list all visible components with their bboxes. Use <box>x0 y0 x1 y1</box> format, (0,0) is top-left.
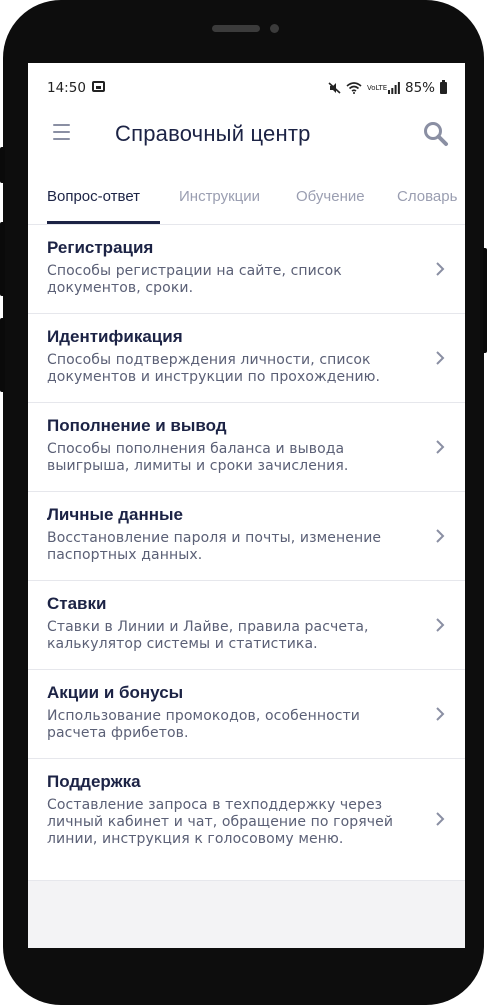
app-bar: Справочный центр <box>28 111 465 159</box>
item-description: Восстановление пароля и почты, изменение… <box>47 530 382 563</box>
wifi-icon <box>346 82 362 94</box>
search-icon[interactable] <box>423 121 449 147</box>
item-description: Ставки в Линии и Лайве, правила расчета,… <box>47 619 369 652</box>
earpiece-speaker <box>212 25 260 32</box>
item-description: Использование промокодов, особенности ра… <box>47 708 360 741</box>
list-item-registration[interactable]: Регистрация Способы регистрации на сайте… <box>28 225 465 314</box>
list-item-bets[interactable]: Ставки Ставки в Линии и Лайве, правила р… <box>28 581 465 670</box>
item-description: Составление запроса в техподдержку через… <box>47 797 394 847</box>
chevron-right-icon <box>436 262 445 276</box>
volume-down-button <box>0 318 5 392</box>
tab-instructions[interactable]: Инструкции <box>179 188 260 205</box>
chevron-right-icon <box>436 618 445 632</box>
item-title: Ставки <box>47 594 107 613</box>
item-description: Способы подтверждения личности, список д… <box>47 352 381 385</box>
signal-icon <box>387 82 400 94</box>
hamburger-menu-icon[interactable] <box>53 124 73 142</box>
phone-side-button <box>0 147 5 183</box>
status-bar: 14:50 VoLTE 85% <box>28 63 465 111</box>
item-description: Способы регистрации на сайте, список док… <box>47 263 342 296</box>
battery-icon <box>440 80 447 94</box>
item-title: Акции и бонусы <box>47 683 184 702</box>
item-title: Личные данные <box>47 505 183 524</box>
chevron-right-icon <box>436 440 445 454</box>
front-camera <box>270 24 279 33</box>
item-title: Пополнение и вывод <box>47 416 227 435</box>
item-title: Поддержка <box>47 772 141 791</box>
tab-bar: Вопрос-ответ Инструкции Обучение Словарь <box>28 159 465 225</box>
status-icons: VoLTE 85% <box>328 80 447 96</box>
image-icon <box>92 81 105 92</box>
list-item-identification[interactable]: Идентификация Способы подтверждения личн… <box>28 314 465 403</box>
battery-percent: 85% <box>404 80 435 96</box>
item-description: Способы пополнения баланса и вывода выиг… <box>47 441 349 474</box>
status-time: 14:50 <box>47 80 86 96</box>
volte-icon: VoLTE <box>366 83 388 92</box>
list-item-support[interactable]: Поддержка Составление запроса в техподде… <box>28 759 465 881</box>
list-item-personal-data[interactable]: Личные данные Восстановление пароля и по… <box>28 492 465 581</box>
mute-icon <box>328 82 341 94</box>
list-item-promotions[interactable]: Акции и бонусы Использование промокодов,… <box>28 670 465 759</box>
chevron-right-icon <box>436 707 445 721</box>
power-button <box>483 248 487 353</box>
list-item-deposit-withdrawal[interactable]: Пополнение и вывод Способы пополнения ба… <box>28 403 465 492</box>
chevron-right-icon <box>436 812 445 826</box>
faq-list: Регистрация Способы регистрации на сайте… <box>28 225 465 881</box>
chevron-right-icon <box>436 351 445 365</box>
screen: 14:50 VoLTE 85% Справочный центр Вопрос-… <box>28 63 465 948</box>
active-tab-indicator <box>47 221 160 224</box>
phone-frame: 14:50 VoLTE 85% Справочный центр Вопрос-… <box>3 0 484 1005</box>
item-title: Регистрация <box>47 238 154 257</box>
tab-faq[interactable]: Вопрос-ответ <box>47 188 140 205</box>
chevron-right-icon <box>436 529 445 543</box>
page-title: Справочный центр <box>115 121 311 146</box>
item-title: Идентификация <box>47 327 183 346</box>
volume-up-button <box>0 222 5 296</box>
tab-dictionary[interactable]: Словарь <box>397 188 457 205</box>
tab-training[interactable]: Обучение <box>296 188 365 205</box>
